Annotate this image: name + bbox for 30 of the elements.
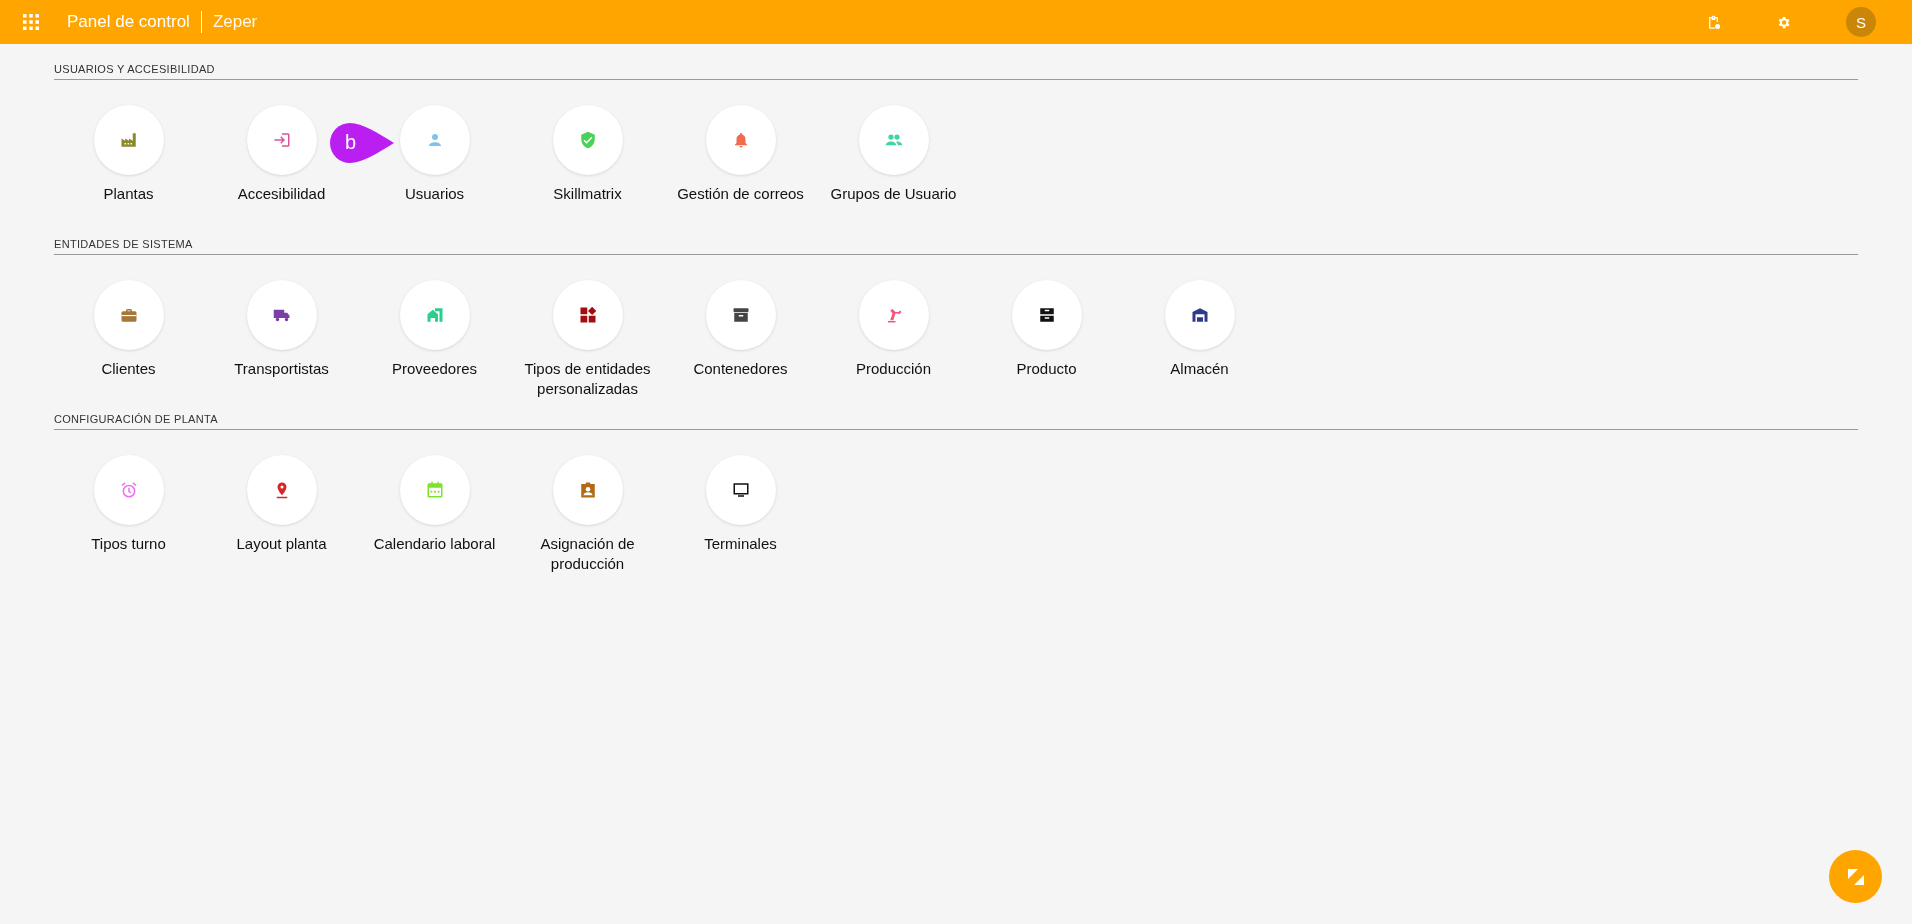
shortcut-label: Proveedores bbox=[390, 359, 479, 379]
section-heading: USUARIOS Y ACCESIBILIDAD bbox=[54, 61, 1858, 80]
shortcut-label: Accesibilidad bbox=[236, 184, 327, 204]
section-heading: ENTIDADES DE SISTEMA bbox=[54, 236, 1858, 255]
shortcut-label: Clientes bbox=[100, 359, 157, 379]
shortcut-label: Contenedores bbox=[692, 359, 789, 379]
apps-grid-icon[interactable] bbox=[23, 14, 39, 30]
shortcut-label: Terminales bbox=[703, 534, 778, 554]
section-heading: CONFIGURACIÓN DE PLANTA bbox=[54, 411, 1858, 430]
clipboard-icon[interactable] bbox=[1706, 14, 1721, 30]
shortcut-label: Almacén bbox=[1169, 359, 1230, 379]
settings-icon[interactable] bbox=[1776, 14, 1791, 30]
floating-action-button[interactable] bbox=[1829, 850, 1882, 903]
shortcut-label: Skillmatrix bbox=[552, 184, 623, 204]
shortcut-label: Layout planta bbox=[235, 534, 328, 554]
shortcut-label: Tipos de entidades personalizadas bbox=[523, 359, 652, 399]
shortcut-label: Tipos turno bbox=[90, 534, 167, 554]
shortcut-label: Asignación de producción bbox=[539, 534, 636, 574]
shortcut-label: Calendario laboral bbox=[372, 534, 497, 554]
app-name: Zeper bbox=[212, 12, 258, 32]
page-title: Panel de control bbox=[67, 12, 190, 32]
shortcut-label: Producción bbox=[854, 359, 932, 379]
shortcut-label: Grupos de Usuario bbox=[829, 184, 958, 204]
step-marker: b bbox=[330, 123, 394, 163]
shortcut-label: Gestión de correos bbox=[676, 184, 805, 204]
shortcut-label: Transportistas bbox=[233, 359, 330, 379]
user-avatar[interactable]: S bbox=[1846, 7, 1876, 37]
shortcut-label: Producto bbox=[1015, 359, 1078, 379]
shortcut-label: Usuarios bbox=[403, 184, 466, 204]
shortcut-label: Plantas bbox=[102, 184, 155, 204]
